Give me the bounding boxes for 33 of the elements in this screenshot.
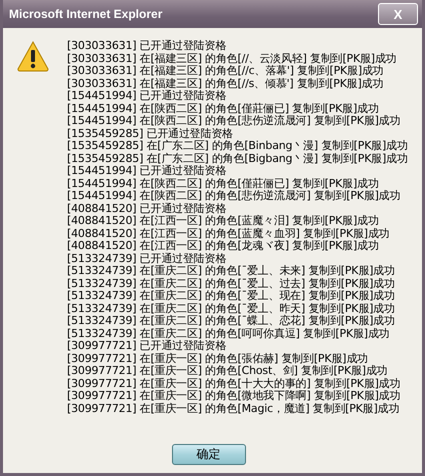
message-line: [154451994] 在[陕西二区] 的角色[僅莊俪已] 复制到[PK服]成功: [67, 102, 380, 114]
message-line: [309977721] 在[重庆一区] 的角色[微地我下降啊] 复制到[PK服]成功: [67, 390, 402, 402]
message-line: [1535459285] 在[广东二区] 的角色[Bigbang丶漫] 复制到[PK服]成功: [67, 152, 408, 164]
message-line: [513324739] 在[重庆二区] 的角色[ˉ爱丄、现在] 复制到[PK服]成功: [67, 290, 396, 302]
message-line: [408841520] 在[江西一区] 的角色[蓝魔々泪] 复制到[PK服]成功: [67, 215, 380, 228]
message-line: [513324739] 在[重庆二区] 的角色[ˉ爱丄、过去] 复制到[PK服]成功: [67, 278, 396, 290]
message-line: [513324739] 在[重庆二区] 的角色[ˉ蝶丄、恋花] 复制到[PK服]成功: [67, 315, 396, 328]
message-line: [154451994] 在[陕西二区] 的角色[悲伤逆流晟河] 复制到[PK服]成功: [67, 190, 402, 202]
message-line: [513324739] 在[重庆二区] 的角色[ˉ爱丄、未来] 复制到[PK服]成功: [67, 265, 396, 278]
message-line: [303033631] 在[福建三区] 的角色[//s、倾慕'] 复制到[PK服]成功: [67, 78, 384, 90]
message-line: [309977721] 在[重庆一区] 的角色[Chost、剑] 复制到[PK服]成功: [67, 365, 388, 378]
message-line: [154451994] 在[陕西二区] 的角色[僅莊俪已] 复制到[PK服]成功: [67, 178, 380, 190]
message-line: [1535459285] 在[广东二区] 的角色[Binbang丶漫] 复制到[PK服]成功: [67, 140, 408, 152]
message-line: [303033631] 在[福建三区] 的角色[//c、落幕'] 复制到[PK服]成功: [67, 65, 385, 78]
message-line: [309977721] 在[重庆一区] 的角色[Magic，魔道] 复制到[PK服]成功: [67, 402, 400, 415]
message-line: [513324739] 在[重庆二区] 的角色[呵呵你真逗] 复制到[PK服]成功: [67, 328, 390, 340]
window-title: Microsoft Internet Explorer: [9, 7, 162, 21]
message-line: [513324739] 已开通过登陆资格: [67, 252, 228, 264]
message-line: [154451994] 已开通过登陆资格: [67, 165, 228, 178]
message-line: [154451994] 已开通过登陆资格: [67, 90, 228, 102]
ok-button[interactable]: 确定: [172, 444, 246, 465]
message-line: [408841520] 在[江西一区] 的角色[蓝魔々血羽] 复制到[PK服]成功: [67, 228, 390, 240]
message-line: [513324739] 在[重庆二区] 的角色[ˉ爱丄、昨天] 复制到[PK服]成功: [67, 302, 396, 314]
message-line: [1535459285] 已开通过登陆资格: [67, 128, 234, 140]
message-line: [408841520] 在[江西一区] 的角色[龙魂ヾ夜] 复制到[PK服]成功: [67, 240, 380, 252]
message-line: [408841520] 已开通过登陆资格: [67, 202, 228, 215]
message-line: [309977721] 已开通过登陆资格: [67, 340, 228, 352]
message-line: [303033631] 已开通过登陆资格: [67, 40, 228, 52]
message-line: [303033631] 在[福建三区] 的角色[//、云淡风轻] 复制到[PK服]成功: [67, 52, 398, 65]
message-line: [309977721] 在[重庆一区] 的角色[張佑赫] 复制到[PK服]成功: [67, 352, 369, 364]
message-line: [309977721] 在[重庆一区] 的角色[十大大的事的] 复制到[PK服]成功: [67, 378, 402, 390]
warning-icon: [17, 40, 49, 72]
message-line: [154451994] 在[陕西二区] 的角色[悲伤逆流晟河] 复制到[PK服]成功: [67, 115, 402, 128]
